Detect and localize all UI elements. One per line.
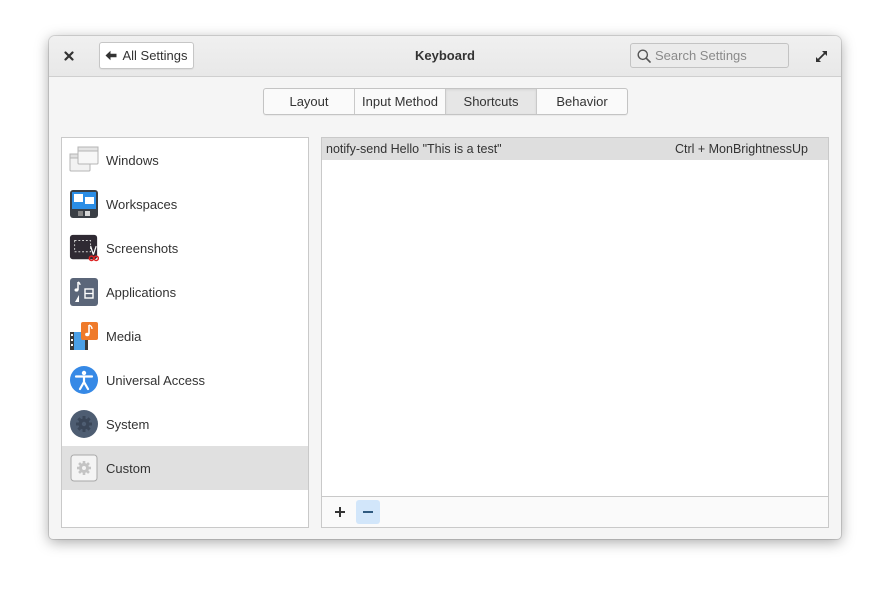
add-shortcut-button[interactable] <box>328 500 352 524</box>
all-settings-button[interactable]: All Settings <box>99 42 194 69</box>
search-input[interactable] <box>651 48 780 63</box>
custom-shortcuts-panel: notify-send Hello "This is a test" Ctrl … <box>321 137 829 528</box>
close-button[interactable] <box>59 46 79 66</box>
search-icon <box>637 49 651 63</box>
maximize-button[interactable] <box>811 46 831 66</box>
arrow-left-icon <box>105 50 117 61</box>
tab-behavior[interactable]: Behavior <box>537 89 627 114</box>
sidebar-item-universal-access[interactable]: Universal Access <box>62 358 308 402</box>
sidebar-item-label: System <box>106 416 150 432</box>
sidebar-item-label: Media <box>106 328 142 344</box>
close-icon <box>64 51 74 61</box>
tab-shortcuts[interactable]: Shortcuts <box>446 89 537 114</box>
remove-icon <box>363 510 373 513</box>
sidebar-item-label: Screenshots <box>106 240 179 256</box>
accessibility-icon <box>69 365 99 395</box>
media-icon <box>69 321 99 351</box>
sidebar-item-custom[interactable]: Custom <box>62 446 308 490</box>
remove-shortcut-button[interactable] <box>356 499 380 524</box>
shortcut-toolbar <box>322 496 828 527</box>
tab-layout[interactable]: Layout <box>264 89 355 114</box>
sidebar-item-label: Custom <box>106 460 151 476</box>
sidebar-item-label: Windows <box>106 152 159 168</box>
system-gear-icon <box>69 409 99 439</box>
workspaces-icon <box>69 189 99 219</box>
shortcut-row[interactable]: notify-send Hello "This is a test" Ctrl … <box>322 138 828 160</box>
sidebar-item-label: Universal Access <box>106 372 205 388</box>
keyboard-settings-window: All Settings Keyboard Layout Input Metho… <box>49 36 841 539</box>
sidebar-item-system[interactable]: System <box>62 402 308 446</box>
sidebar-item-media[interactable]: Media <box>62 314 308 358</box>
custom-gear-icon <box>69 453 99 483</box>
shortcut-list: notify-send Hello "This is a test" Ctrl … <box>322 138 828 497</box>
shortcut-accelerator[interactable]: Ctrl + MonBrightnessUp <box>675 142 808 156</box>
tab-input-method[interactable]: Input Method <box>355 89 446 114</box>
titlebar: All Settings Keyboard <box>49 36 841 77</box>
add-icon <box>335 506 345 517</box>
sidebar-item-screenshots[interactable]: Screenshots <box>62 226 308 270</box>
shortcut-command[interactable]: notify-send Hello "This is a test" <box>326 142 502 156</box>
sidebar-item-label: Workspaces <box>106 196 178 212</box>
sidebar-item-windows[interactable]: Windows <box>62 138 308 182</box>
screenshots-icon <box>69 233 99 263</box>
sidebar-item-applications[interactable]: Applications <box>62 270 308 314</box>
windows-icon <box>69 145 99 175</box>
shortcut-category-list: Windows Workspaces Screenshots Applicati… <box>61 137 309 528</box>
maximize-icon <box>815 50 827 62</box>
applications-icon <box>69 277 99 307</box>
sidebar-item-label: Applications <box>106 284 177 300</box>
all-settings-label: All Settings <box>122 48 188 63</box>
keyboard-tabs: Layout Input Method Shortcuts Behavior <box>263 88 628 115</box>
search-field[interactable] <box>630 43 789 68</box>
sidebar-item-workspaces[interactable]: Workspaces <box>62 182 308 226</box>
